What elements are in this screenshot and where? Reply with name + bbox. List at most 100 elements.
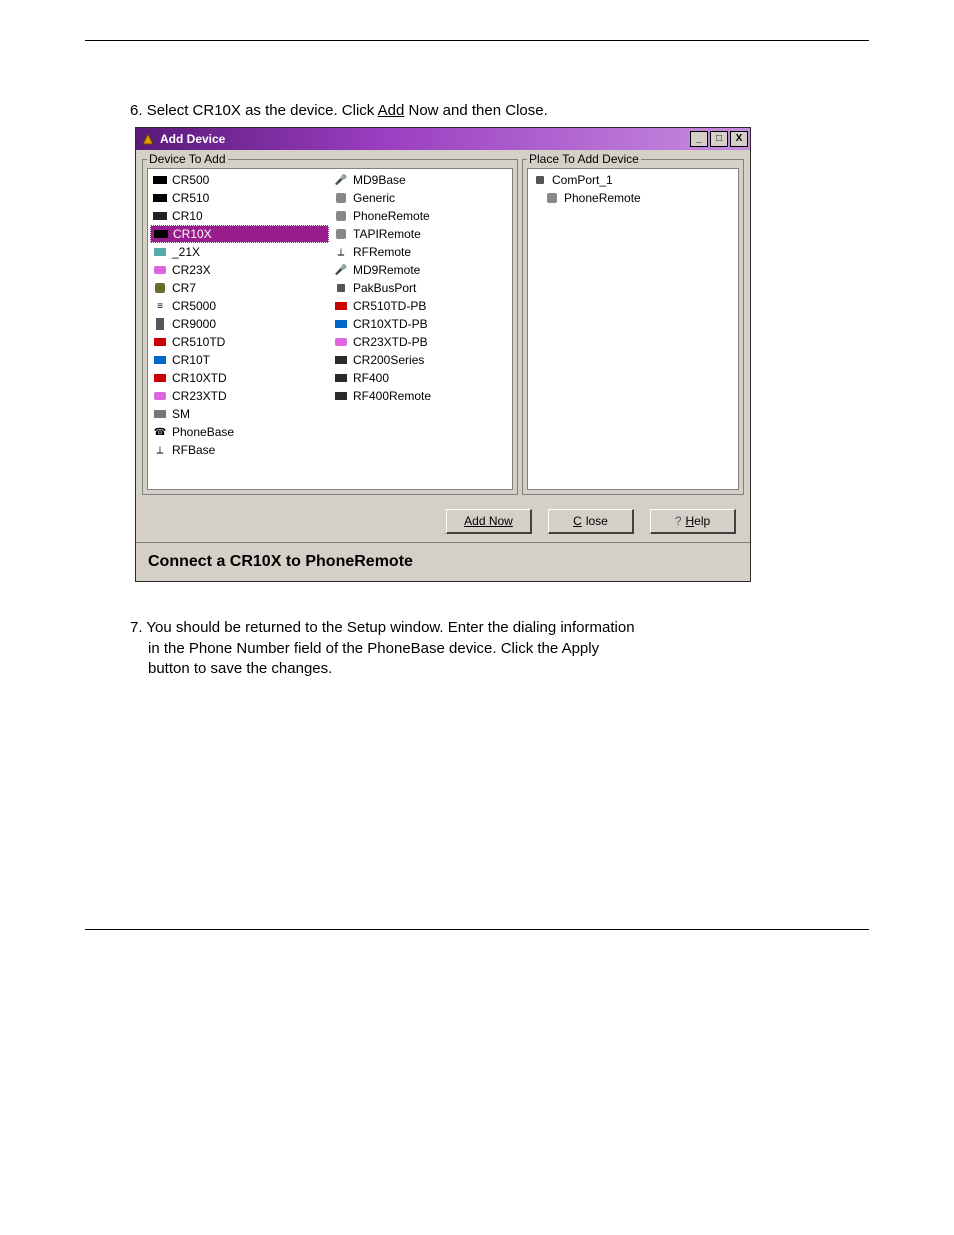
device-cr9000[interactable]: CR9000 — [150, 315, 329, 333]
device-cr23x[interactable]: CR23X — [150, 261, 329, 279]
list-item-label: CR23X — [172, 263, 211, 277]
device-cr5000[interactable]: ≡CR5000 — [150, 297, 329, 315]
device-to-add-list[interactable]: CR500CR510CR10CR10X_21XCR23XCR7≡CR5000CR… — [147, 168, 513, 490]
close-label-u: C — [573, 514, 582, 528]
device-cr510td[interactable]: CR510TD — [150, 333, 329, 351]
step-6-text-post: Now and then Close. — [404, 102, 547, 119]
device-cr10[interactable]: CR10 — [150, 207, 329, 225]
add-device-window: Add Device _ □ X Device To Add CR500 CR51… — [135, 127, 751, 582]
device-icon — [333, 192, 349, 204]
device-pakbusport[interactable]: PakBusPort — [331, 279, 510, 297]
list-item-label: SM — [172, 407, 190, 421]
device-cr10xtd-pb[interactable]: CR10XTD-PB — [331, 315, 510, 333]
device-phonebase[interactable]: ☎ PhoneBase — [150, 423, 329, 441]
device-icon — [333, 228, 349, 240]
place-to-add-list[interactable]: ComPort_1 PhoneRemote — [527, 168, 739, 490]
close-window-button[interactable]: X — [730, 131, 748, 147]
close-button[interactable]: Close — [548, 509, 634, 534]
help-button[interactable]: ? Help — [650, 509, 736, 534]
place-comport_1[interactable]: ComPort_1 — [530, 171, 736, 189]
list-item-label: RF400Remote — [353, 389, 431, 403]
device-icon — [152, 408, 168, 420]
device-md9base[interactable]: 🎤 MD9Base — [331, 171, 510, 189]
device-cr10x[interactable]: CR10X — [150, 225, 329, 243]
list-item-label: CR500 — [172, 173, 209, 187]
add-now-label: Add Now — [464, 514, 513, 528]
step-7-line2: in the Phone Number field of the PhoneBa… — [148, 639, 599, 659]
device-cr10xtd[interactable]: CR10XTD — [150, 369, 329, 387]
device-_21x[interactable]: _21X — [150, 243, 329, 261]
device-tapiremote[interactable]: TAPIRemote — [331, 225, 510, 243]
device-icon — [333, 372, 349, 384]
app-icon — [140, 131, 156, 147]
device-icon: ☎ — [152, 426, 168, 438]
list-item-label: RF400 — [353, 371, 389, 385]
device-icon — [152, 246, 168, 258]
add-now-button[interactable]: Add Now — [446, 509, 532, 534]
place-to-add-device-label: Place To Add Device — [527, 152, 641, 166]
help-icon: ? — [675, 514, 682, 528]
device-to-add-label: Device To Add — [147, 152, 228, 166]
device-icon — [152, 372, 168, 384]
device-rfremote[interactable]: ⟂ RFRemote — [331, 243, 510, 261]
device-icon: ⟂ — [152, 444, 168, 456]
list-item-label: MD9Base — [353, 173, 406, 187]
device-to-add-group: Device To Add CR500 CR510CR10CR10X _21X CR2… — [142, 152, 518, 495]
step-6-text-pre: Select CR10X as the device. Click — [147, 102, 378, 119]
list-item-label: CR10XTD-PB — [353, 317, 428, 331]
device-cr510[interactable]: CR510 — [150, 189, 329, 207]
close-label-rest: lose — [586, 514, 608, 528]
device-cr7[interactable]: CR7 — [150, 279, 329, 297]
device-icon — [544, 192, 560, 204]
device-icon: ⟂ — [333, 246, 349, 258]
device-md9remote[interactable]: 🎤MD9Remote — [331, 261, 510, 279]
step-6-number: 6. — [130, 102, 143, 119]
help-label-rest: elp — [694, 514, 710, 528]
device-icon — [333, 390, 349, 402]
device-rf400[interactable]: RF400 — [331, 369, 510, 387]
device-cr200series[interactable]: CR200Series — [331, 351, 510, 369]
device-cr23xtd-pb[interactable]: CR23XTD-PB — [331, 333, 510, 351]
device-cr500[interactable]: CR500 — [150, 171, 329, 189]
place-to-add-device-group: Place To Add Device ComPort_1 PhoneRemote — [522, 152, 744, 495]
device-icon — [152, 354, 168, 366]
device-phoneremote[interactable]: PhoneRemote — [331, 207, 510, 225]
device-sm[interactable]: SM — [150, 405, 329, 423]
device-rf400remote[interactable]: RF400Remote — [331, 387, 510, 405]
place-phoneremote[interactable]: PhoneRemote — [530, 189, 736, 207]
device-cr10t[interactable]: CR10T — [150, 351, 329, 369]
minimize-button[interactable]: _ — [690, 131, 708, 147]
device-icon — [152, 174, 168, 186]
list-item-label: PhoneBase — [172, 425, 234, 439]
list-item-label: RFRemote — [353, 245, 411, 259]
device-icon — [152, 336, 168, 348]
device-icon — [152, 192, 168, 204]
device-rfbase[interactable]: ⟂RFBase — [150, 441, 329, 459]
step-7-line3: button to save the changes. — [148, 659, 332, 679]
device-icon — [333, 336, 349, 348]
statusbar: Connect a CR10X to PhoneRemote — [136, 542, 750, 581]
list-item-label: CR200Series — [353, 353, 424, 367]
device-icon — [152, 390, 168, 402]
device-icon — [333, 318, 349, 330]
list-item-label: _21X — [172, 245, 200, 259]
list-item-label: CR510TD-PB — [353, 299, 426, 313]
device-icon — [532, 174, 548, 186]
titlebar[interactable]: Add Device _ □ X — [136, 128, 750, 150]
device-generic[interactable]: Generic — [331, 189, 510, 207]
window-title: Add Device — [160, 132, 690, 146]
device-cr510td-pb[interactable]: CR510TD-PB — [331, 297, 510, 315]
device-icon — [333, 300, 349, 312]
device-icon — [152, 282, 168, 294]
device-icon — [333, 282, 349, 294]
maximize-button[interactable]: □ — [710, 131, 728, 147]
list-item-label: CR10XTD — [172, 371, 227, 385]
device-cr23xtd[interactable]: CR23XTD — [150, 387, 329, 405]
dialog-button-row: Add Now Close ? Help — [136, 497, 750, 542]
list-item-label: Generic — [353, 191, 395, 205]
step-7: 7. You should be returned to the Setup w… — [130, 618, 864, 679]
list-item-label: CR9000 — [172, 317, 216, 331]
list-item-label: ComPort_1 — [552, 173, 613, 187]
step-6: 6. Select CR10X as the device. Click Add… — [130, 101, 864, 121]
device-icon: 🎤 — [333, 174, 349, 186]
